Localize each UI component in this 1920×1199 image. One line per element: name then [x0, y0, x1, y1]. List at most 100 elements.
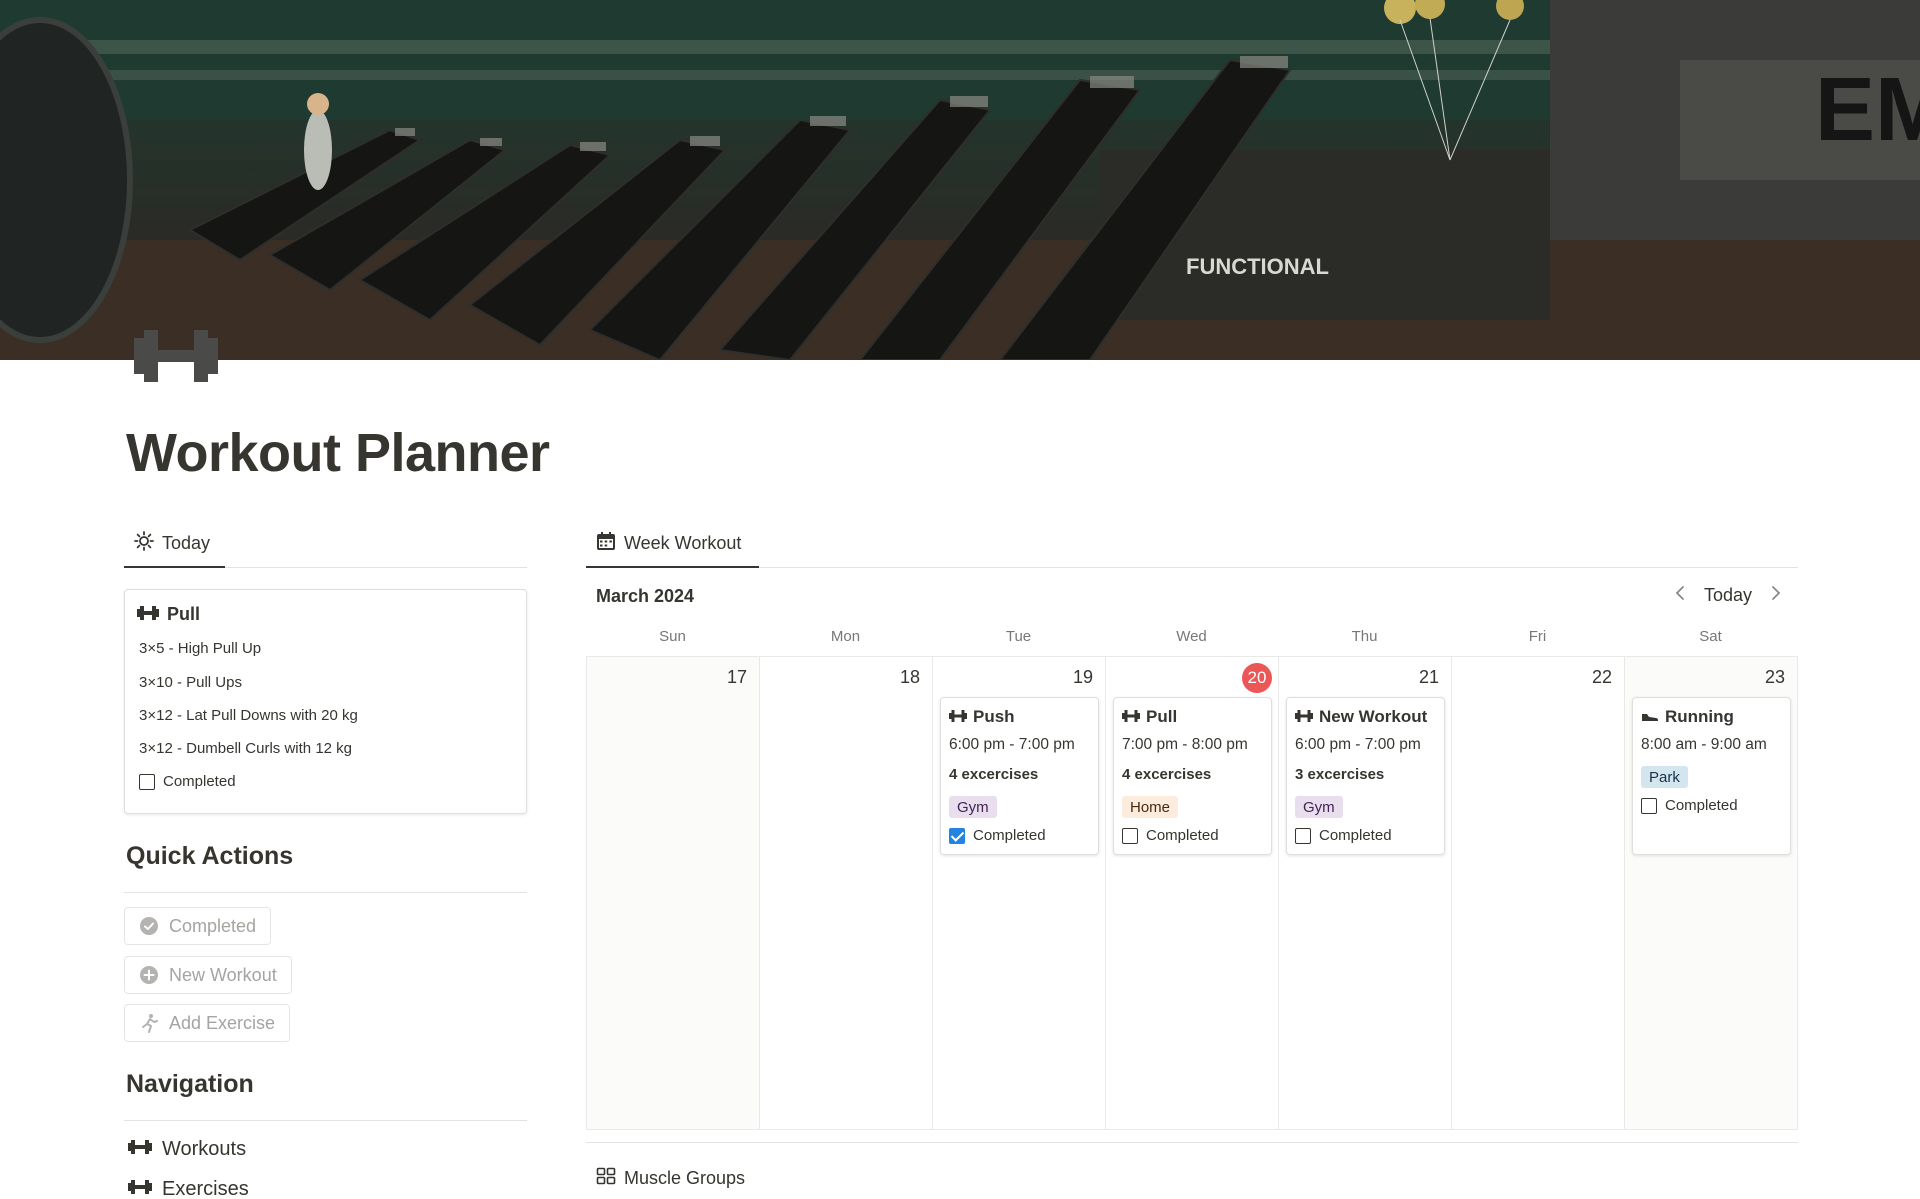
- event-title[interactable]: Running: [1641, 707, 1734, 727]
- location-tag: Park: [1641, 766, 1688, 788]
- dumbbell-icon: [128, 1138, 152, 1161]
- cover-image: EM FUNCTIONAL: [0, 0, 1920, 360]
- completed-label: Completed: [163, 773, 236, 790]
- event-time: 7:00 pm - 8:00 pm: [1122, 736, 1248, 753]
- completed-label: Completed: [1319, 827, 1392, 844]
- muscle-groups-divider: [586, 1142, 1798, 1143]
- calendar-day-cell[interactable]: 18: [760, 657, 933, 1129]
- quick-actions-divider: [124, 892, 527, 893]
- calendar-today-button[interactable]: Today: [1704, 585, 1752, 606]
- new-workout-button-label: New Workout: [169, 964, 277, 985]
- calendar-month-label: March 2024: [596, 586, 695, 606]
- add-exercise-button[interactable]: Add Exercise: [124, 1004, 291, 1042]
- calendar-day-cell[interactable]: 23 Running 8:00 am - 9:00 am Park Completed: [1625, 657, 1797, 1129]
- event-completed-row[interactable]: Completed: [1295, 827, 1392, 844]
- completed-checkbox[interactable]: [1122, 827, 1138, 844]
- calendar-day-cell[interactable]: 22: [1452, 657, 1625, 1129]
- event-exercise-count: 4 excercises: [949, 766, 1039, 783]
- completed-checkbox[interactable]: [139, 773, 155, 790]
- event-completed-row[interactable]: Completed: [1122, 827, 1219, 844]
- calendar-day-cell[interactable]: 21 New Workout 6:00 pm - 7:00 pm 3 excercis…: [1279, 657, 1452, 1129]
- dumbbell-icon: [128, 1178, 152, 1199]
- weekday-label: Sat: [1699, 628, 1722, 645]
- tab-muscle-groups[interactable]: Muscle Groups: [596, 1166, 745, 1191]
- event-title[interactable]: Pull: [1122, 707, 1177, 727]
- gallery-grid-icon: [596, 1166, 616, 1191]
- weekday-label: Sun: [659, 628, 686, 645]
- event-title[interactable]: New Workout: [1295, 707, 1427, 727]
- completed-checkbox[interactable]: [1295, 827, 1311, 844]
- event-title-text: Push: [973, 707, 1015, 726]
- weekday-label: Wed: [1176, 628, 1207, 645]
- calendar-day-cell[interactable]: 19 Push 6:00 pm - 7:00 pm 4 excercises Gym Co…: [933, 657, 1106, 1129]
- tab-today[interactable]: Today: [134, 531, 210, 556]
- gym-cover-illustration: EM FUNCTIONAL: [0, 0, 1920, 360]
- sun-icon: [134, 531, 154, 556]
- day-number: 18: [899, 667, 920, 687]
- chevron-left-icon[interactable]: [1674, 584, 1686, 607]
- dumbbell-icon: [137, 604, 159, 625]
- today-tab-underline: [124, 566, 225, 568]
- page-title: Workout Planner: [126, 423, 550, 483]
- day-number: 22: [1591, 667, 1612, 687]
- nav-item-exercises-label: Exercises: [162, 1178, 249, 1199]
- svg-text:EM: EM: [1815, 60, 1920, 160]
- event-time: 6:00 pm - 7:00 pm: [949, 736, 1075, 753]
- weekday-label: Thu: [1351, 628, 1378, 645]
- add-exercise-button-label: Add Exercise: [169, 1012, 276, 1033]
- page-dumbbell-icon[interactable]: [130, 326, 222, 386]
- nav-item-exercises[interactable]: Exercises: [128, 1178, 249, 1199]
- today-workout-name: Pull: [167, 604, 201, 624]
- completed-label: Completed: [973, 827, 1046, 844]
- new-workout-button[interactable]: New Workout: [124, 956, 292, 994]
- completed-checkbox[interactable]: [949, 827, 965, 844]
- nav-item-workouts-label: Workouts: [162, 1138, 247, 1160]
- day-number: 23: [1764, 667, 1785, 687]
- day-number: 17: [726, 667, 747, 687]
- calendar-day-cell[interactable]: 20 Pull 7:00 pm - 8:00 pm 4 excercises Home C…: [1106, 657, 1279, 1129]
- location-tag: Gym: [1295, 796, 1343, 818]
- exercise-line: 3×5 - High Pull Up: [139, 640, 262, 657]
- dumbbell-icon: [1122, 707, 1140, 727]
- calendar-event-card[interactable]: Push 6:00 pm - 7:00 pm 4 excercises Gym Comp…: [940, 697, 1099, 855]
- today-workout-card[interactable]: Pull 3×5 - High Pull Up 3×10 - Pull Ups …: [124, 589, 527, 814]
- today-date-badge: 20: [1242, 663, 1272, 693]
- completed-checkbox[interactable]: [1641, 797, 1657, 814]
- today-workout-title[interactable]: Pull: [137, 604, 200, 625]
- today-completed-row[interactable]: Completed: [139, 773, 236, 790]
- weekday-label: Mon: [830, 628, 861, 645]
- chevron-right-icon[interactable]: [1770, 584, 1782, 607]
- event-exercise-count: 4 excercises: [1122, 766, 1212, 783]
- svg-text:FUNCTIONAL: FUNCTIONAL: [1186, 254, 1329, 279]
- event-exercise-count: 3 excercises: [1295, 766, 1385, 783]
- tab-today-label: Today: [162, 533, 211, 553]
- exercise-line: 3×12 - Dumbell Curls with 12 kg: [139, 740, 353, 757]
- calendar-event-card[interactable]: Pull 7:00 pm - 8:00 pm 4 excercises Home Com…: [1113, 697, 1272, 855]
- nav-item-workouts[interactable]: Workouts: [128, 1138, 246, 1161]
- event-title-text: Running: [1665, 707, 1734, 726]
- completed-label: Completed: [1146, 827, 1219, 844]
- quick-actions-heading: Quick Actions: [126, 842, 294, 870]
- calendar-event-card[interactable]: New Workout 6:00 pm - 7:00 pm 3 excercises…: [1286, 697, 1445, 855]
- exercise-line: 3×10 - Pull Ups: [139, 674, 242, 691]
- event-title-text: Pull: [1146, 707, 1178, 726]
- event-time: 6:00 pm - 7:00 pm: [1295, 736, 1421, 753]
- week-tab-divider: [586, 567, 1798, 568]
- navigation-divider: [124, 1120, 527, 1121]
- check-circle-icon: [139, 916, 159, 936]
- tab-week-workout[interactable]: Week Workout: [596, 531, 741, 556]
- event-title[interactable]: Push: [949, 707, 1015, 727]
- calendar-week-grid: 17 18 19 Push 6:00 pm - 7:00 pm 4 excercises G…: [586, 656, 1798, 1130]
- location-tag: Gym: [949, 796, 997, 818]
- plus-circle-icon: [139, 965, 159, 985]
- exercise-line: 3×12 - Lat Pull Downs with 20 kg: [139, 707, 358, 724]
- shoe-icon: [1641, 707, 1659, 727]
- completed-label: Completed: [1665, 797, 1738, 814]
- event-completed-row[interactable]: Completed: [949, 827, 1046, 844]
- event-completed-row[interactable]: Completed: [1641, 797, 1738, 814]
- calendar-event-card[interactable]: Running 8:00 am - 9:00 am Park Completed: [1632, 697, 1791, 855]
- calendar-day-cell[interactable]: 17: [587, 657, 760, 1129]
- day-number: 21: [1418, 667, 1439, 687]
- completed-button[interactable]: Completed: [124, 907, 272, 945]
- week-tab-underline: [586, 566, 759, 568]
